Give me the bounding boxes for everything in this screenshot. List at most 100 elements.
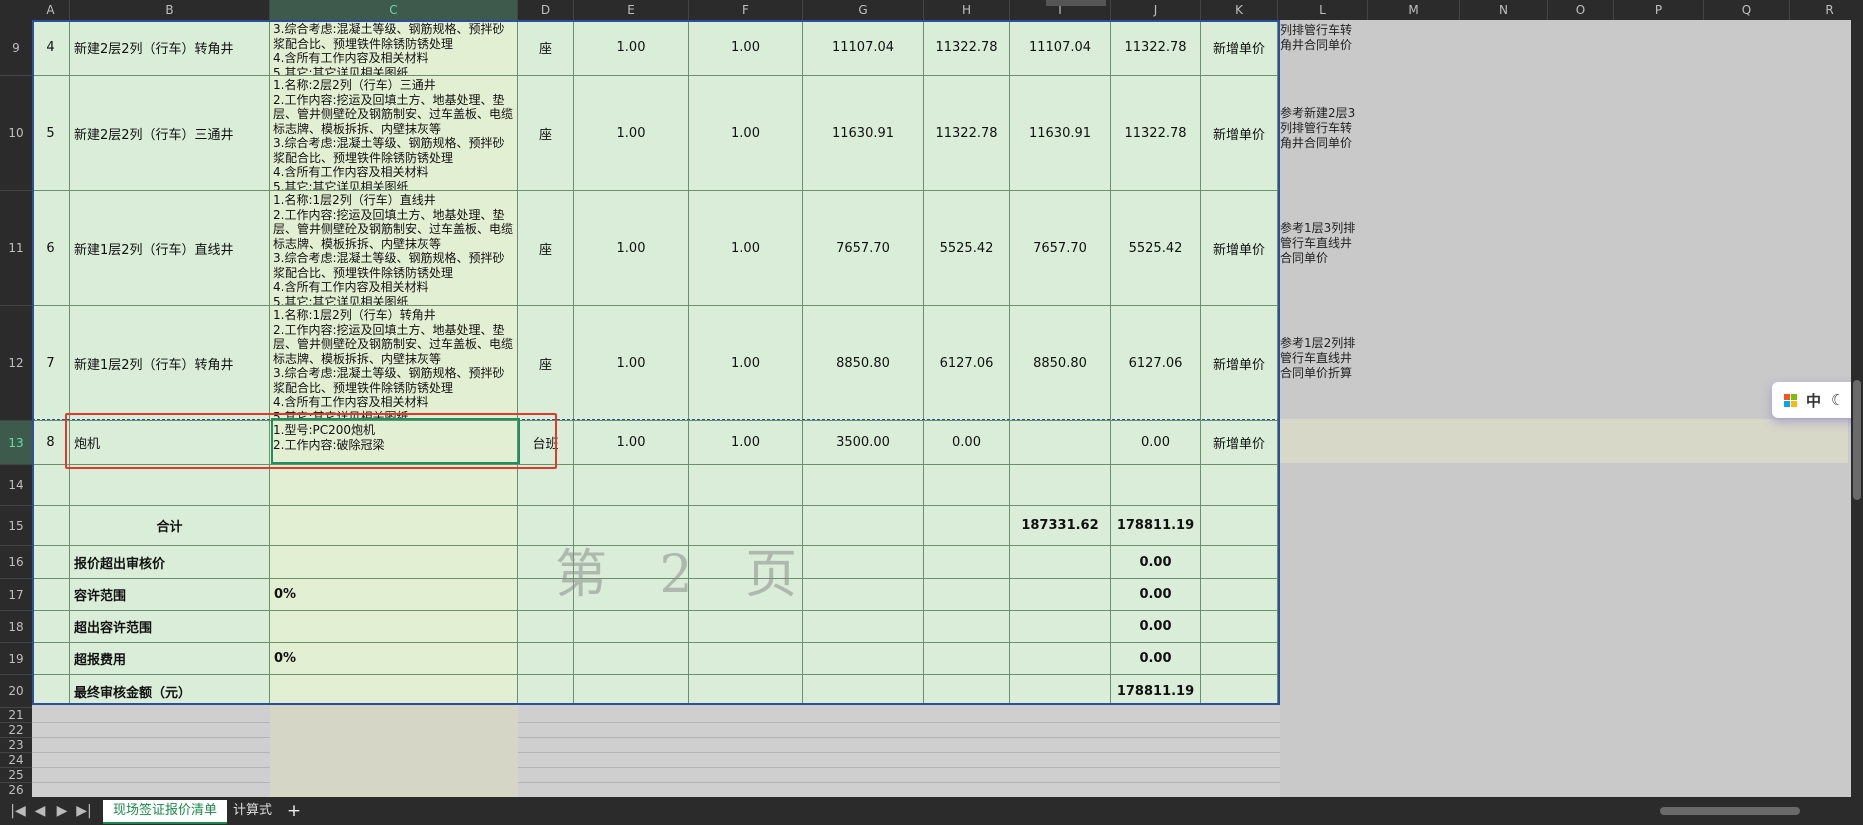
horizontal-scrollbar[interactable] (1630, 805, 1840, 817)
item-name-cell[interactable] (70, 465, 270, 506)
first-sheet-nav-icon[interactable]: |◀ (8, 801, 28, 821)
summary-percent-cell[interactable]: 0% (270, 643, 518, 675)
column-header-a[interactable]: A (32, 0, 70, 20)
column-header-r[interactable]: R (1790, 0, 1863, 20)
unit-cell[interactable]: 座 (518, 306, 574, 421)
summary-audited-total-cell[interactable]: 178811.19 (1111, 506, 1201, 546)
item-name-cell[interactable]: 新建1层2列（行车）转角井 (70, 306, 270, 421)
row-header-19[interactable]: 19 (0, 643, 32, 675)
row-header-18[interactable]: 18 (0, 611, 32, 643)
prev-sheet-nav-icon[interactable]: ◀ (30, 801, 50, 821)
row-header-17[interactable]: 17 (0, 579, 32, 611)
blank-cell[interactable] (689, 643, 803, 675)
amount-audited-cell[interactable]: 0.00 (1111, 421, 1201, 465)
row-header-20[interactable]: 20 (0, 675, 32, 708)
unit-price-submitted-cell[interactable]: 7657.70 (803, 191, 924, 306)
blank-cell[interactable] (924, 579, 1010, 611)
item-description-cell[interactable]: 1.名称:1层2列（行车）直线井 2.工作内容:挖运及回填土方、地基处理、垫 层… (270, 191, 518, 306)
row-header-10[interactable]: 10 (0, 76, 32, 191)
empty-row[interactable] (32, 782, 1280, 783)
ime-toolbar[interactable]: 中 ☾ (1772, 382, 1863, 418)
blank-cell[interactable] (803, 643, 924, 675)
blank-cell[interactable] (803, 675, 924, 708)
item-number-cell[interactable]: 5 (32, 76, 70, 191)
row-header-11[interactable]: 11 (0, 191, 32, 306)
quantity-submitted-cell[interactable]: 1.00 (574, 76, 689, 191)
amount-submitted-cell[interactable]: 7657.70 (1010, 191, 1111, 306)
blank-cell[interactable] (803, 579, 924, 611)
blank-cell[interactable] (1201, 643, 1278, 675)
tab-calculation[interactable]: 计算式 (223, 800, 282, 822)
summary-submitted-total-cell[interactable] (1010, 611, 1111, 643)
item-number-cell[interactable]: 6 (32, 191, 70, 306)
amount-submitted-cell[interactable] (1010, 465, 1111, 506)
item-number-cell[interactable]: 8 (32, 421, 70, 465)
summary-label-cell[interactable]: 报价超出审核价 (70, 546, 270, 579)
blank-cell[interactable] (1201, 546, 1278, 579)
row-header-24[interactable]: 24 (0, 753, 32, 768)
blank-cell[interactable] (803, 506, 924, 546)
spreadsheet-grid[interactable]: 4 新建2层2列（行车）转角井 3.综合考虑:混凝土等级、钢筋规格、预拌砂 浆配合比… (32, 20, 1863, 798)
column-header-l[interactable]: L (1278, 0, 1368, 20)
amount-audited-cell[interactable] (1111, 465, 1201, 506)
summary-audited-total-cell[interactable]: 0.00 (1111, 643, 1201, 675)
unit-price-audited-cell[interactable]: 11322.78 (924, 76, 1010, 191)
column-header-b[interactable]: B (70, 0, 270, 20)
blank-cell[interactable] (32, 579, 70, 611)
summary-label-cell[interactable]: 最终审核金额（元） (70, 675, 270, 708)
ime-mode-label[interactable]: 中 (1806, 390, 1821, 411)
item-description-cell[interactable]: 3.综合考虑:混凝土等级、钢筋规格、预拌砂 浆配合比、预埋铁件除锈防锈处理 4.… (270, 20, 518, 76)
blank-cell[interactable] (574, 643, 689, 675)
blank-cell[interactable] (1201, 611, 1278, 643)
summary-audited-total-cell[interactable]: 178811.19 (1111, 675, 1201, 708)
row-header-12[interactable]: 12 (0, 306, 32, 421)
quantity-submitted-cell[interactable]: 1.00 (574, 421, 689, 465)
remark-cell[interactable]: 新增单价 (1201, 76, 1278, 191)
row-header-26[interactable]: 26 (0, 783, 32, 798)
unit-price-audited-cell[interactable]: 11322.78 (924, 20, 1010, 76)
blank-cell[interactable] (689, 675, 803, 708)
amount-submitted-cell[interactable] (1010, 421, 1111, 465)
blank-cell[interactable] (924, 611, 1010, 643)
summary-audited-total-cell[interactable]: 0.00 (1111, 611, 1201, 643)
unit-price-audited-cell[interactable]: 6127.06 (924, 306, 1010, 421)
unit-price-audited-cell[interactable]: 5525.42 (924, 191, 1010, 306)
amount-audited-cell[interactable]: 5525.42 (1111, 191, 1201, 306)
summary-percent-cell[interactable] (270, 675, 518, 708)
blank-cell[interactable] (518, 611, 574, 643)
vertical-scroll-thumb[interactable] (1853, 380, 1861, 500)
row-header-25[interactable]: 25 (0, 768, 32, 783)
row-header-13[interactable]: 13 (0, 421, 32, 465)
summary-percent-cell[interactable] (270, 611, 518, 643)
item-name-cell[interactable]: 新建2层2列（行车）三通井 (70, 76, 270, 191)
unit-cell[interactable]: 座 (518, 76, 574, 191)
blank-cell[interactable] (32, 675, 70, 708)
row-header-14[interactable]: 14 (0, 465, 32, 506)
blank-cell[interactable] (518, 675, 574, 708)
remark-cell[interactable]: 新增单价 (1201, 20, 1278, 76)
item-description-cell[interactable] (270, 465, 518, 506)
tab-site-visa-quote[interactable]: 现场签证报价清单 (103, 800, 228, 824)
unit-price-submitted-cell[interactable]: 3500.00 (803, 421, 924, 465)
column-header-q[interactable]: Q (1704, 0, 1790, 20)
summary-label-cell[interactable]: 合计 (70, 506, 270, 546)
summary-submitted-total-cell[interactable] (1010, 643, 1111, 675)
next-sheet-nav-icon[interactable]: ▶ (52, 801, 72, 821)
remark-cell[interactable]: 新增单价 (1201, 306, 1278, 421)
blank-cell[interactable] (32, 611, 70, 643)
column-header-e[interactable]: E (574, 0, 689, 20)
summary-percent-cell[interactable] (270, 546, 518, 579)
quantity-audited-cell[interactable]: 1.00 (689, 76, 803, 191)
column-header-c[interactable]: C (270, 0, 518, 20)
column-header-n[interactable]: N (1460, 0, 1548, 20)
quantity-audited-cell[interactable] (689, 465, 803, 506)
add-sheet-button[interactable]: + (284, 801, 304, 821)
column-header-g[interactable]: G (803, 0, 924, 20)
amount-audited-cell[interactable]: 11322.78 (1111, 76, 1201, 191)
summary-label-cell[interactable]: 容许范围 (70, 579, 270, 611)
blank-cell[interactable] (924, 506, 1010, 546)
item-number-cell[interactable]: 7 (32, 306, 70, 421)
blank-cell[interactable] (689, 611, 803, 643)
blank-cell[interactable] (924, 643, 1010, 675)
column-header-k[interactable]: K (1201, 0, 1278, 20)
